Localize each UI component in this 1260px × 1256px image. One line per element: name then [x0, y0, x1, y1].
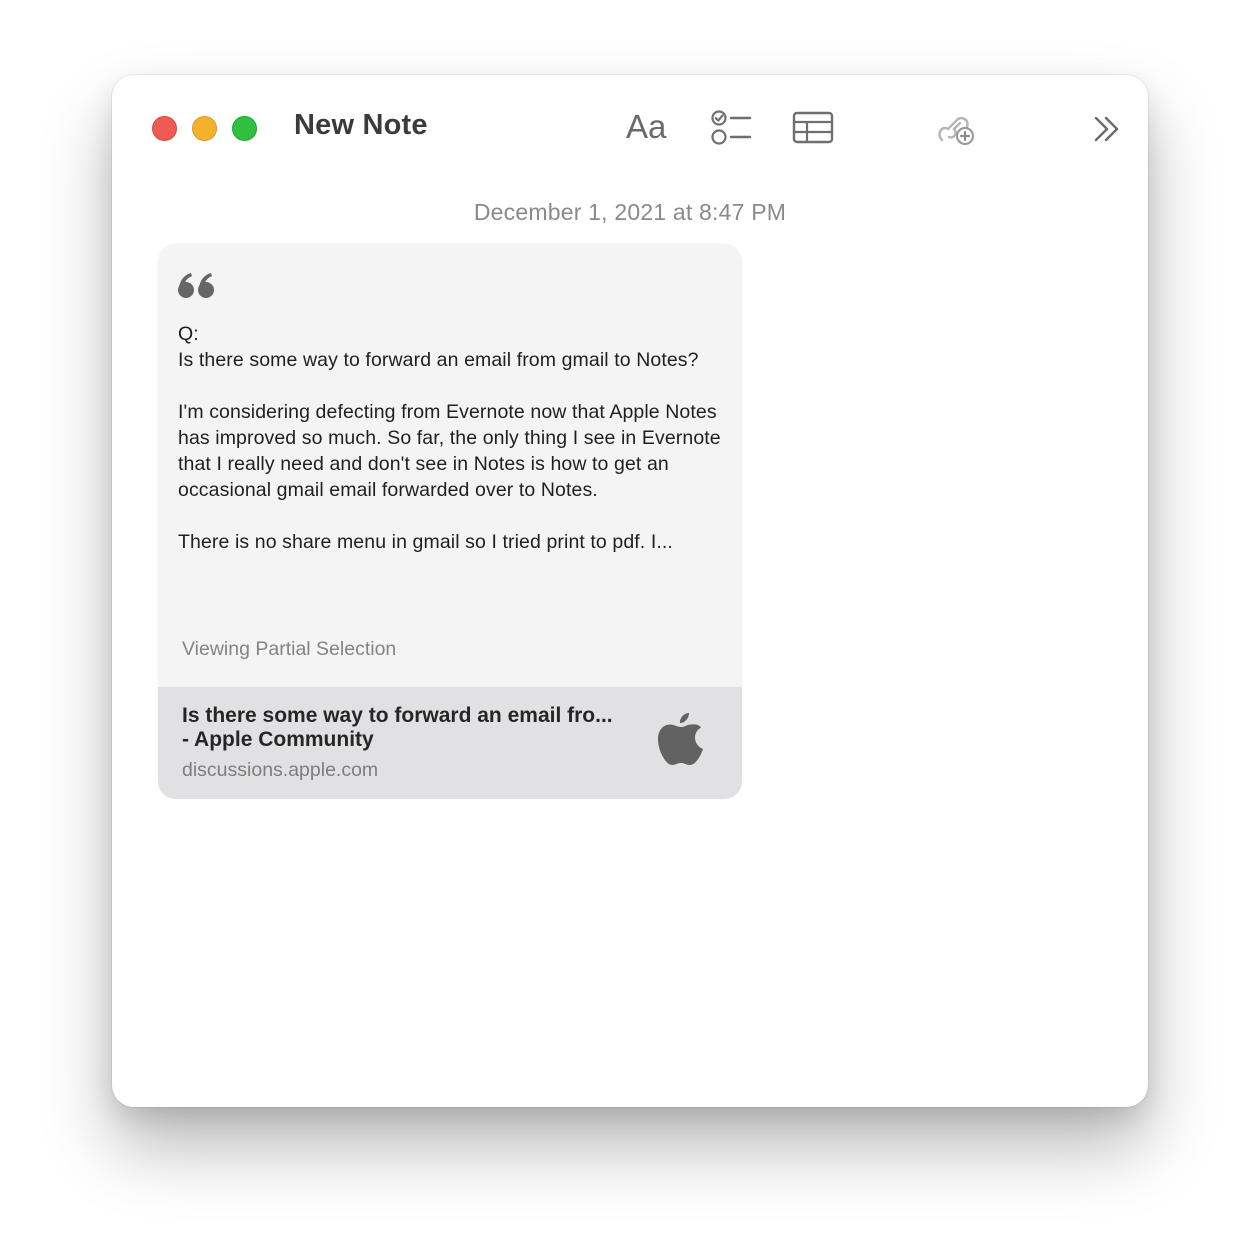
close-window-button[interactable] [152, 116, 177, 141]
paragraph-spacer [178, 373, 730, 399]
title-bar: New Note Aa [112, 75, 1148, 185]
quote-text: Q: Is there some way to forward an email… [178, 321, 730, 555]
desktop-background: New Note Aa December 1, 2021 at 8:47 PM … [0, 0, 1260, 1256]
window-title: New Note [294, 109, 428, 141]
table-icon[interactable] [792, 111, 834, 150]
quote-card[interactable]: Q: Is there some way to forward an email… [158, 244, 742, 799]
quote-paragraph: There is no share menu in gmail so I tri… [178, 531, 673, 553]
minimize-window-button[interactable] [192, 116, 217, 141]
text-format-icon[interactable]: Aa [626, 108, 666, 146]
quote-paragraph: Q: Is there some way to forward an email… [178, 323, 699, 371]
link-domain: discussions.apple.com [182, 759, 379, 781]
quote-icon [177, 272, 217, 305]
collaborate-icon[interactable] [934, 107, 978, 154]
link-title[interactable]: Is there some way to forward an email fr… [182, 704, 622, 752]
chevron-double-right-icon[interactable] [1092, 115, 1122, 148]
quote-paragraph: I'm considering defecting from Evernote … [178, 401, 727, 501]
note-date: December 1, 2021 at 8:47 PM [473, 199, 787, 225]
zoom-window-button[interactable] [232, 116, 257, 141]
partial-selection-label: Viewing Partial Selection [182, 638, 397, 660]
paragraph-spacer [178, 503, 730, 529]
checklist-icon[interactable] [710, 109, 752, 154]
notes-window: New Note Aa December 1, 2021 at 8:47 PM … [112, 75, 1148, 1107]
link-preview[interactable]: Is there some way to forward an email fr… [158, 687, 742, 799]
apple-logo-icon [656, 709, 706, 774]
